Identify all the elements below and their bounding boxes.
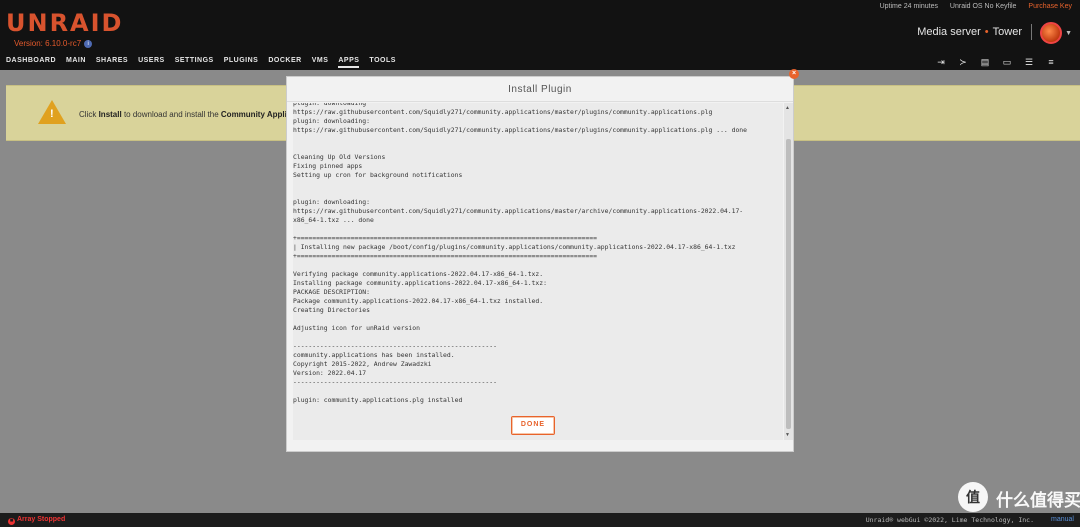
scroll-thumb[interactable] — [786, 139, 791, 429]
server-name: Media server — [917, 26, 981, 38]
array-status-text: Array Stopped — [17, 516, 66, 523]
log-line: Verifying package community.applications… — [293, 270, 544, 278]
scroll-down-icon[interactable]: ▼ — [785, 432, 790, 438]
log-line: Adjusting icon for unRaid version — [293, 324, 420, 332]
log-line: plugin: downloading: — [293, 117, 370, 125]
log-line: Setting up cron for background notificat… — [293, 171, 463, 179]
log-line: Creating Directories — [293, 306, 370, 314]
nav-apps[interactable]: APPS — [338, 57, 360, 68]
close-icon[interactable]: × — [789, 69, 799, 79]
log-line: plugin: downloading: — [293, 198, 370, 206]
log-text: plugin: downloading https://raw.githubuse… — [293, 103, 783, 405]
log-line: https://raw.githubusercontent.com/Squidl… — [293, 126, 748, 134]
log-line: Copyright 2015-2022, Andrew Zawadzki — [293, 360, 432, 368]
top-header: UNRAID Version: 6.10.0-rc7 i Uptime 24 mi… — [0, 0, 1080, 70]
log-line: https://raw.githubusercontent.com/Squidl… — [293, 207, 744, 215]
log-line: ----------------------------------------… — [293, 342, 497, 350]
log-line: Fixing pinned apps — [293, 162, 363, 170]
log-line: Installing package community.application… — [293, 279, 547, 287]
notice-prefix: Click — [79, 110, 97, 119]
install-plugin-dialog: Install Plugin plugin: downloading https:… — [286, 76, 794, 452]
notice-install-word: Install — [98, 110, 122, 119]
array-status: ■ Array Stopped — [8, 516, 65, 525]
scroll-up-icon[interactable]: ▲ — [785, 105, 790, 111]
version-text: Version: 6.10.0-rc7 — [14, 39, 82, 48]
nav-shares[interactable]: SHARES — [96, 57, 128, 68]
log-icon[interactable]: ☰ — [1024, 57, 1034, 68]
log-scrollbar[interactable]: ▲ ▼ — [784, 103, 793, 440]
log-line: https://raw.githubusercontent.com/Squidl… — [293, 108, 713, 116]
dialog-title: Install Plugin — [287, 77, 793, 102]
log-line: Cleaning Up Old Versions — [293, 153, 386, 161]
os-status-text[interactable]: Unraid OS No Keyfile — [950, 3, 1017, 10]
nav-vms[interactable]: VMS — [312, 57, 329, 68]
notice-middle: to download and install the — [123, 110, 219, 119]
top-info-bar: Uptime 24 minutes Unraid OS No Keyfile P… — [870, 3, 1072, 10]
stop-icon: ■ — [8, 518, 15, 525]
main-nav: DASHBOARD MAIN SHARES USERS SETTINGS PLU… — [6, 57, 396, 68]
purchase-key-link[interactable]: Purchase Key — [1028, 3, 1072, 10]
notice-text: Click Install to download and install th… — [79, 110, 291, 119]
info-icon[interactable]: i — [84, 39, 93, 48]
nav-tools[interactable]: TOOLS — [369, 57, 395, 68]
log-line: Version: 2022.04.17 — [293, 369, 367, 377]
chevron-down-icon[interactable]: ▼ — [1065, 30, 1072, 37]
nav-users[interactable]: USERS — [138, 57, 165, 68]
done-button[interactable]: DONE — [511, 416, 555, 435]
log-line: Package community.applications-2022.04.1… — [293, 297, 544, 305]
log-line: +=======================================… — [293, 252, 597, 260]
watermark-seal: 值 — [958, 482, 988, 512]
server-host: Tower — [992, 26, 1022, 38]
nav-settings[interactable]: SETTINGS — [175, 57, 214, 68]
log-line: plugin: community.applications.plg insta… — [293, 396, 463, 404]
version-label: Version: 6.10.0-rc7 i — [14, 39, 93, 48]
nav-main[interactable]: MAIN — [66, 57, 86, 68]
log-line: ----------------------------------------… — [293, 378, 497, 386]
log-line: community.applications has been installe… — [293, 351, 455, 359]
unraid-logo[interactable]: UNRAID — [6, 11, 123, 35]
status-footer: ■ Array Stopped Unraid® webGui ©2022, Lim… — [0, 513, 1080, 527]
uptime-text: Uptime 24 minutes — [879, 3, 938, 10]
log-line: x86_64-1.txz ... done — [293, 216, 374, 224]
terminal-icon[interactable]: ≻ — [958, 57, 968, 68]
watermark-text: 什么值得买 — [996, 491, 1080, 511]
display-icon[interactable]: ▭ — [1002, 57, 1012, 68]
header-divider — [1031, 24, 1032, 40]
install-log[interactable]: plugin: downloading https://raw.githubuse… — [293, 103, 783, 440]
logout-icon[interactable]: ⇥ — [936, 57, 946, 68]
menu-icon[interactable]: ≡ — [1046, 57, 1056, 68]
separator-dot: • — [984, 26, 989, 38]
nav-icon-bar: ⇥ ≻ ▤ ▭ ☰ ≡ — [936, 57, 1056, 68]
nav-plugins[interactable]: PLUGINS — [224, 57, 259, 68]
server-info: Media server • Tower — [917, 26, 1022, 38]
user-avatar[interactable] — [1040, 22, 1062, 44]
nav-docker[interactable]: DOCKER — [268, 57, 301, 68]
feedback-icon[interactable]: ▤ — [980, 57, 990, 68]
log-line: | Installing new package /boot/config/pl… — [293, 243, 736, 251]
nav-dashboard[interactable]: DASHBOARD — [6, 57, 56, 68]
warning-mark: ! — [50, 108, 54, 120]
watermark: 值 什么值得买 — [958, 482, 1080, 518]
notice-app-name: Community Applic — [220, 110, 292, 119]
log-line: +=======================================… — [293, 234, 597, 242]
log-line: PACKAGE DESCRIPTION: — [293, 288, 370, 296]
